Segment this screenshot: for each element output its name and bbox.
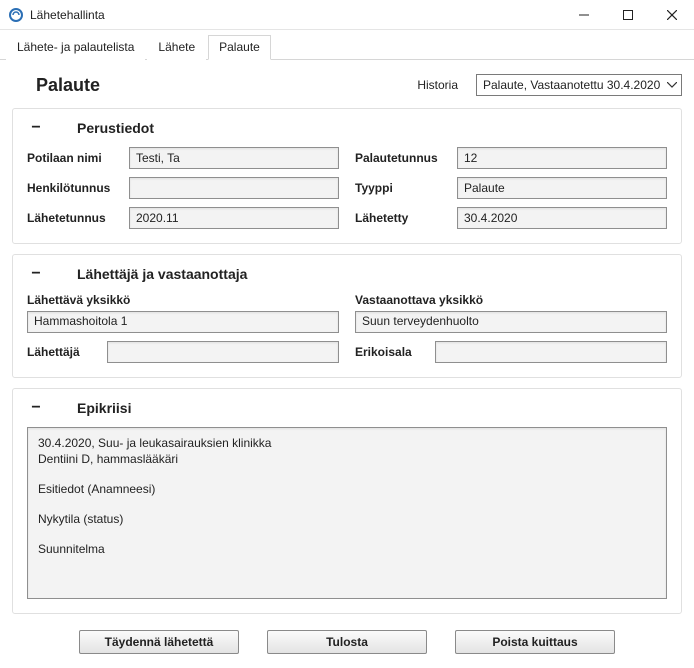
page-title: Palaute [36, 75, 417, 96]
label-patient-name: Potilaan nimi [27, 151, 129, 165]
label-ssn: Henkilötunnus [27, 181, 129, 195]
label-receiving-unit: Vastaanottava yksikkö [355, 293, 667, 307]
close-button[interactable] [650, 0, 694, 30]
value-referral-id: 2020.11 [129, 207, 339, 229]
value-ssn [129, 177, 339, 199]
collapse-icon[interactable]: − [27, 119, 45, 137]
value-patient-name: Testi, Ta [129, 147, 339, 169]
tab-referral[interactable]: Lähete [147, 35, 206, 60]
titlebar: Lähetehallinta [0, 0, 694, 30]
panel-sender-receiver: − Lähettäjä ja vastaanottaja Lähettävä y… [12, 254, 682, 378]
value-receiving-unit: Suun terveydenhuolto [355, 311, 667, 333]
epikriisi-text: 30.4.2020, Suu- ja leukasairauksien klin… [27, 427, 667, 599]
minimize-button[interactable] [562, 0, 606, 30]
window-title: Lähetehallinta [30, 8, 562, 22]
collapse-icon[interactable]: − [27, 399, 45, 417]
epikriisi-line: Suunnitelma [38, 542, 656, 556]
label-sender: Lähettäjä [27, 345, 107, 359]
collapse-icon[interactable]: − [27, 265, 45, 283]
panel-title-epikriisi: Epikriisi [77, 400, 131, 416]
window-controls [562, 0, 694, 30]
chevron-down-icon [667, 80, 677, 91]
panel-epikriisi: − Epikriisi 30.4.2020, Suu- ja leukasair… [12, 388, 682, 614]
value-sent: 30.4.2020 [457, 207, 667, 229]
supplement-button[interactable]: Täydennä lähetettä [79, 630, 239, 654]
label-feedback-id: Palautetunnus [355, 151, 457, 165]
epikriisi-line: 30.4.2020, Suu- ja leukasairauksien klin… [38, 436, 656, 450]
epikriisi-line: Nykytila (status) [38, 512, 656, 526]
panel-title-basic: Perustiedot [77, 120, 154, 136]
label-sent: Lähetetty [355, 211, 457, 225]
print-button[interactable]: Tulosta [267, 630, 427, 654]
action-button-row: Täydennä lähetettä Tulosta Poista kuitta… [12, 624, 682, 660]
tab-feedback[interactable]: Palaute [208, 35, 271, 60]
history-selected-value: Palaute, Vastaanotettu 30.4.2020 [483, 78, 660, 92]
tab-row: Lähete- ja palautelista Lähete Palaute [0, 30, 694, 60]
history-select[interactable]: Palaute, Vastaanotettu 30.4.2020 [476, 74, 682, 96]
panel-title-sender: Lähettäjä ja vastaanottaja [77, 266, 247, 282]
label-sending-unit: Lähettävä yksikkö [27, 293, 339, 307]
history-label: Historia [417, 78, 458, 92]
label-specialty: Erikoisala [355, 345, 435, 359]
label-referral-id: Lähetetunnus [27, 211, 129, 225]
maximize-button[interactable] [606, 0, 650, 30]
epikriisi-line: Dentiini D, hammaslääkäri [38, 452, 656, 466]
value-sender [107, 341, 339, 363]
label-type: Tyyppi [355, 181, 457, 195]
value-feedback-id: 12 [457, 147, 667, 169]
remove-ack-button[interactable]: Poista kuittaus [455, 630, 615, 654]
app-icon [8, 7, 24, 23]
epikriisi-line: Esitiedot (Anamneesi) [38, 482, 656, 496]
tab-list[interactable]: Lähete- ja palautelista [6, 35, 145, 60]
value-specialty [435, 341, 667, 363]
value-type: Palaute [457, 177, 667, 199]
panel-basic-info: − Perustiedot Potilaan nimi Testi, Ta Pa… [12, 108, 682, 244]
value-sending-unit: Hammashoitola 1 [27, 311, 339, 333]
